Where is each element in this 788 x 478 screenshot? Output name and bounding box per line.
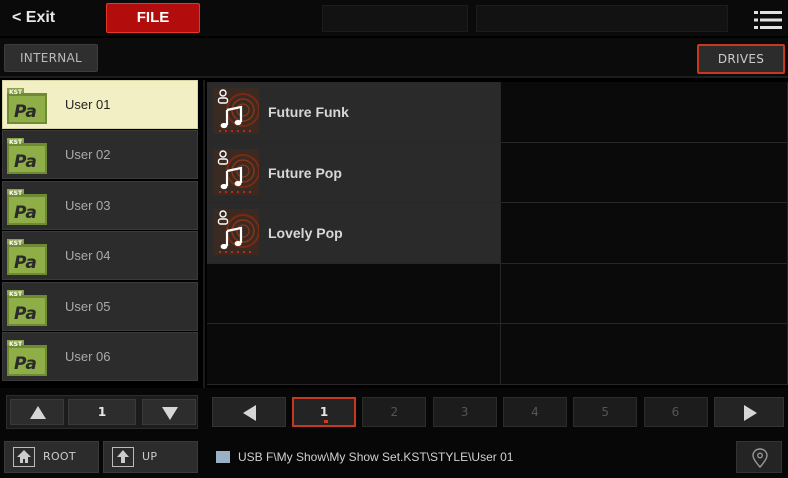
- folder-logo: Pa: [14, 152, 37, 172]
- page-button[interactable]: 1: [292, 397, 356, 427]
- folder-icon: KST Pa: [7, 138, 47, 175]
- folder-label: User 05: [65, 298, 111, 314]
- user-style-icon: [213, 148, 259, 195]
- empty-cell: [501, 82, 788, 143]
- up-label: UP: [142, 450, 158, 463]
- page-button[interactable]: 3: [432, 397, 497, 427]
- file-item[interactable]: Lovely Pop: [207, 203, 501, 264]
- folder-badge: KST: [9, 291, 23, 298]
- folder-logo: Pa: [14, 354, 37, 374]
- folder-page-number: 1: [68, 399, 136, 425]
- folder-icon: KST Pa: [7, 339, 47, 376]
- folder-item[interactable]: KST Pa User 02: [2, 130, 198, 180]
- root-label: ROOT: [43, 450, 76, 463]
- folder-badge: KST: [9, 89, 23, 96]
- file-tab[interactable]: FILE: [106, 3, 200, 33]
- empty-cell: [501, 324, 788, 385]
- page-button[interactable]: 4: [502, 397, 567, 427]
- folder-logo: Pa: [14, 304, 37, 324]
- current-path: USB F\My Show\My Show Set.KST\STYLE\User…: [212, 441, 726, 473]
- folder-logo: Pa: [14, 253, 37, 273]
- triangle-left-icon: [243, 405, 256, 421]
- file-item[interactable]: Future Funk: [207, 82, 501, 143]
- exit-button[interactable]: < Exit: [4, 4, 104, 32]
- folder-logo: Pa: [14, 203, 37, 223]
- folder-label: User 06: [65, 348, 111, 364]
- empty-cell: [501, 263, 788, 324]
- path-text: USB F\My Show\My Show Set.KST\STYLE\User…: [238, 450, 514, 464]
- style-name: Lovely Pop: [268, 225, 343, 241]
- style-name: Future Funk: [268, 104, 349, 120]
- triangle-down-icon: [162, 407, 178, 420]
- menu-icon[interactable]: [754, 10, 782, 30]
- folder-badge: KST: [9, 240, 23, 247]
- folder-logo: Pa: [14, 102, 37, 122]
- folder-badge: KST: [9, 139, 23, 146]
- folder-label: User 04: [65, 248, 111, 264]
- folder-item[interactable]: KST Pa User 06: [2, 331, 198, 381]
- folder-icon: KST Pa: [7, 289, 47, 326]
- file-item[interactable]: Future Pop: [207, 142, 501, 203]
- folder-badge: KST: [9, 341, 23, 348]
- home-icon: [13, 447, 35, 467]
- locate-button[interactable]: [736, 441, 782, 473]
- folder-icon: KST Pa: [7, 239, 47, 276]
- empty-cell: [501, 203, 788, 264]
- page-button[interactable]: 5: [573, 397, 638, 427]
- folder-label: User 01: [65, 97, 111, 112]
- folder-icon: KST Pa: [7, 188, 47, 225]
- next-page-button[interactable]: [714, 397, 784, 427]
- folder-icon: KST Pa: [7, 88, 47, 124]
- page-button[interactable]: 6: [643, 397, 708, 427]
- empty-cell: [207, 324, 501, 385]
- folder-icon: [216, 451, 230, 463]
- top-info-field-2: [476, 5, 728, 32]
- location-pin-icon: [752, 448, 768, 469]
- page-button[interactable]: 2: [362, 397, 427, 427]
- drives-button[interactable]: DRIVES: [697, 44, 785, 74]
- up-button[interactable]: UP: [103, 441, 198, 473]
- user-style-icon: [213, 88, 259, 134]
- previous-page-button[interactable]: [212, 397, 286, 427]
- triangle-up-icon: [30, 406, 46, 419]
- style-name: Future Pop: [268, 164, 342, 181]
- empty-cell: [501, 142, 788, 203]
- folder-item[interactable]: KST Pa User 05: [2, 281, 198, 331]
- arrow-up-icon: [112, 447, 134, 467]
- top-bar: < Exit FILE: [0, 0, 788, 36]
- user-style-icon: [213, 209, 259, 255]
- root-button[interactable]: ROOT: [4, 441, 99, 473]
- file-grid: Future Funk Future Pop Lovely Pop: [207, 82, 788, 386]
- folder-badge: KST: [9, 190, 23, 197]
- folder-page-down-button[interactable]: [142, 399, 196, 425]
- empty-cell: [207, 263, 501, 324]
- top-info-field-1: [322, 5, 468, 32]
- folder-item[interactable]: KST Pa User 01: [2, 80, 198, 129]
- folder-list: KST Pa User 01 KST Pa User 02 KST Pa User 03 KST P…: [2, 80, 198, 382]
- folder-item[interactable]: KST Pa User 03: [2, 180, 198, 230]
- folder-label: User 03: [65, 197, 111, 213]
- triangle-right-icon: [744, 405, 757, 421]
- location-header: INTERNAL DRIVES: [0, 38, 788, 78]
- folder-item[interactable]: KST Pa User 04: [2, 231, 198, 281]
- folder-page-up-button[interactable]: [10, 399, 64, 425]
- internal-button[interactable]: INTERNAL: [4, 44, 98, 72]
- folder-label: User 02: [65, 147, 111, 163]
